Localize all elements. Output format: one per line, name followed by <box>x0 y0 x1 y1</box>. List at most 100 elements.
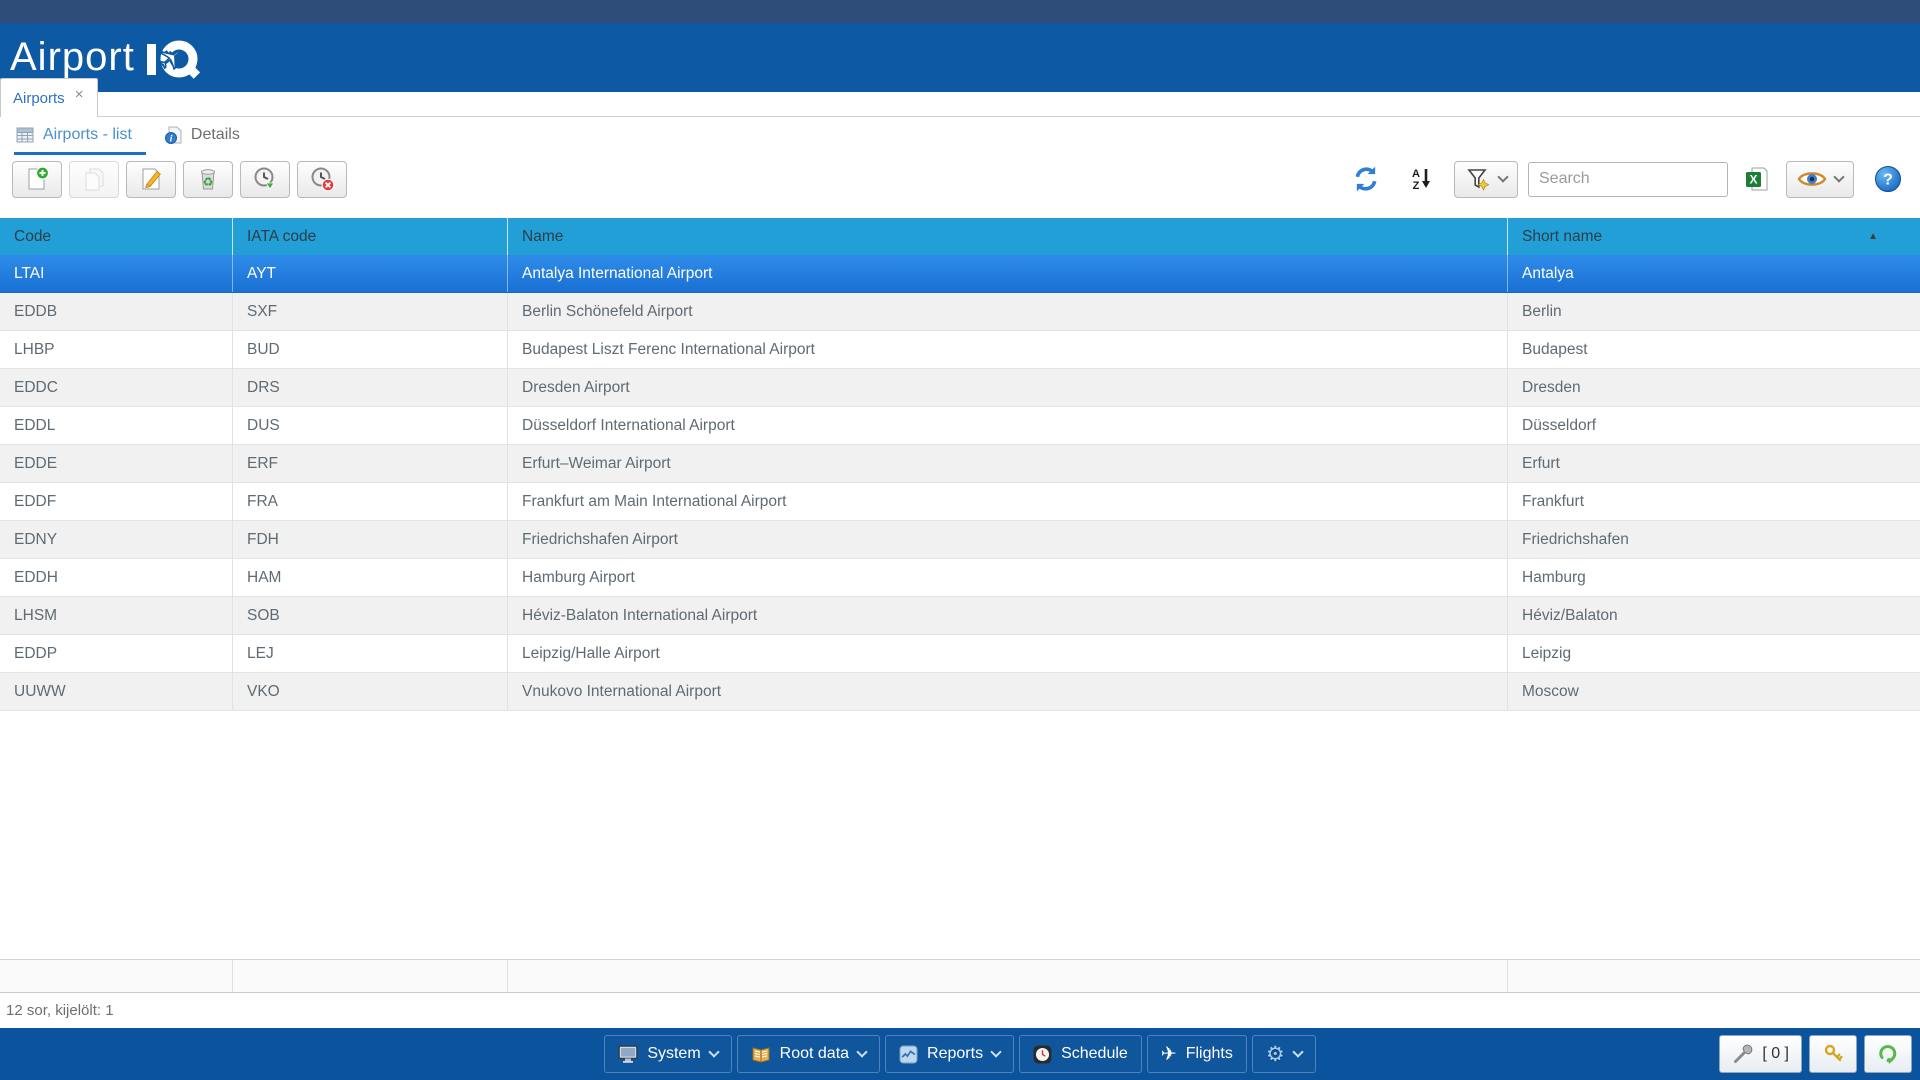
table-cell-name: Hamburg Airport <box>508 559 1508 596</box>
table-cell-iata: FRA <box>233 483 508 520</box>
table-cell-name: Berlin Schönefeld Airport <box>508 293 1508 330</box>
status-bar: 12 sor, kijelölt: 1 <box>0 993 1920 1028</box>
svg-text:A: A <box>1412 168 1420 180</box>
table-row[interactable]: EDDB SXF Berlin Schönefeld Airport Berlin <box>0 293 1920 331</box>
discard-history-button[interactable] <box>297 160 347 198</box>
footer-cell-code <box>0 960 233 992</box>
column-header-label: Name <box>522 227 564 245</box>
table-cell-name: Héviz-Balaton International Airport <box>508 597 1508 634</box>
table-cell-iata: DRS <box>233 369 508 406</box>
footer-cell-short <box>1508 960 1920 992</box>
chevron-down-icon <box>707 1046 720 1058</box>
footer-cell-iata <box>233 960 508 992</box>
subtab-details[interactable]: i Details <box>162 117 254 155</box>
table-cell-code: EDDB <box>0 293 233 330</box>
table-cell-short: Antalya <box>1522 264 1574 282</box>
table-cell-name: Antalya International Airport <box>508 255 1508 292</box>
table-row[interactable]: EDDC DRS Dresden Airport Dresden <box>0 369 1920 407</box>
refresh-button[interactable] <box>1352 165 1380 193</box>
column-header-short[interactable]: Short name ▲ <box>1508 218 1920 255</box>
nav-button-flights[interactable]: ✈ Flights <box>1146 1035 1247 1073</box>
table-row[interactable]: EDDF FRA Frankfurt am Main International A… <box>0 483 1920 521</box>
table-cell-iata: FDH <box>233 521 508 558</box>
tab-airports[interactable]: Airports × <box>0 78 98 117</box>
plane-icon: ✈ <box>1160 1043 1177 1065</box>
task-counter: [ 0 ] <box>1762 1045 1789 1062</box>
sort-button[interactable]: A Z <box>1408 166 1434 192</box>
column-visibility-button[interactable] <box>1786 160 1854 198</box>
nav-button-settings[interactable]: ⚙ <box>1251 1035 1316 1073</box>
edit-record-button[interactable] <box>126 160 176 198</box>
chevron-down-icon <box>990 1046 1002 1058</box>
excel-export-icon: X <box>1746 167 1768 191</box>
column-header-label: Code <box>14 227 52 245</box>
bottom-right-cluster: [ 0 ] <box>1719 1035 1912 1073</box>
chevron-down-icon <box>1497 171 1509 183</box>
table-cell-iata: ERF <box>233 445 508 482</box>
column-header-iata[interactable]: IATA code <box>233 218 508 255</box>
copy-record-button[interactable] <box>69 160 119 198</box>
table-row[interactable]: UUWW VKO Vnukovo International Airport Mosc… <box>0 673 1920 711</box>
table-row[interactable]: LHBP BUD Budapest Liszt Ferenc Internation… <box>0 331 1920 369</box>
table-row[interactable]: EDDP LEJ Leipzig/Halle Airport Leipzig <box>0 635 1920 673</box>
table-cell-code: LTAI <box>0 255 233 292</box>
nav-button-label: System <box>647 1045 701 1062</box>
table-row[interactable]: LHSM SOB Héviz-Balaton International Airpo… <box>0 597 1920 635</box>
table-cell-code: LHBP <box>0 331 233 368</box>
table-row[interactable]: EDDL DUS Düsseldorf International Airport D… <box>0 407 1920 445</box>
title-strip <box>0 0 1920 23</box>
grid-empty-area <box>0 711 1920 959</box>
table-cell-code: EDNY <box>0 521 233 558</box>
logout-button[interactable] <box>1864 1035 1912 1073</box>
table-row[interactable]: LTAI AYT Antalya International Airport Anta… <box>0 255 1920 293</box>
bottom-nav-bar: System Root data Reports Schedule ✈ Flights ⚙ … <box>0 1028 1920 1080</box>
table-row[interactable]: EDDH HAM Hamburg Airport Hamburg <box>0 559 1920 597</box>
subtab-airports-list[interactable]: Airports - list <box>14 117 146 155</box>
filter-button[interactable] <box>1454 160 1518 198</box>
nav-button-reports[interactable]: Reports <box>885 1035 1015 1073</box>
table-cell-iata: BUD <box>233 331 508 368</box>
export-excel-button[interactable]: X <box>1744 166 1770 192</box>
bottom-nav: System Root data Reports Schedule ✈ Flights ⚙ <box>604 1035 1316 1073</box>
info-icon: i <box>164 126 182 144</box>
table-cell-iata: SOB <box>233 597 508 634</box>
subtab-details-label: Details <box>190 125 240 143</box>
nav-button-system[interactable]: System <box>604 1035 732 1073</box>
toolbar-gap <box>0 203 1920 218</box>
table-cell-code: UUWW <box>0 673 233 710</box>
column-header-code[interactable]: Code <box>0 218 233 255</box>
subtab-bar: Airports - list i Details <box>0 117 1920 155</box>
tab-bar: Airports × <box>0 78 1920 117</box>
close-icon[interactable]: × <box>75 86 84 103</box>
table-cell-code: EDDC <box>0 369 233 406</box>
background-tasks-button[interactable]: [ 0 ] <box>1719 1035 1802 1073</box>
add-record-icon <box>28 166 50 190</box>
row-count-status: 12 sor, kijelölt: 1 <box>6 1002 114 1019</box>
sort-az-icon: A Z <box>1412 168 1430 192</box>
nav-button-root-data[interactable]: Root data <box>736 1035 881 1073</box>
table-row[interactable]: EDNY FDH Friedrichshafen Airport Friedrichs… <box>0 521 1920 559</box>
table-cell-name: Düsseldorf International Airport <box>508 407 1508 444</box>
table-cell-iata: HAM <box>233 559 508 596</box>
help-button[interactable]: ? <box>1874 165 1902 193</box>
permissions-button[interactable] <box>1809 1035 1857 1073</box>
chevron-down-icon <box>1292 1046 1304 1058</box>
delete-record-button[interactable]: ♻ <box>183 160 233 198</box>
table-row[interactable]: EDDE ERF Erfurt–Weimar Airport Erfurt <box>0 445 1920 483</box>
airplane-q-logo-icon: ✈ <box>146 38 200 81</box>
table-cell-short: Frankfurt <box>1522 492 1585 510</box>
table-cell-short: Hamburg <box>1522 568 1586 586</box>
table-cell-name: Friedrichshafen Airport <box>508 521 1508 558</box>
svg-text:♻: ♻ <box>203 175 214 189</box>
search-input[interactable] <box>1528 161 1728 197</box>
filter-icon <box>1467 169 1490 191</box>
add-record-button[interactable] <box>12 160 62 198</box>
column-header-name[interactable]: Name <box>508 218 1508 255</box>
table-cell-name: Dresden Airport <box>508 369 1508 406</box>
nav-button-schedule[interactable]: Schedule <box>1019 1035 1142 1073</box>
grid-body: LTAI AYT Antalya International Airport Anta… <box>0 255 1920 711</box>
history-button[interactable] <box>240 160 290 198</box>
nav-button-label: Root data <box>779 1045 850 1062</box>
table-cell-iata: VKO <box>233 673 508 710</box>
table-cell-short: Leipzig <box>1522 644 1572 662</box>
